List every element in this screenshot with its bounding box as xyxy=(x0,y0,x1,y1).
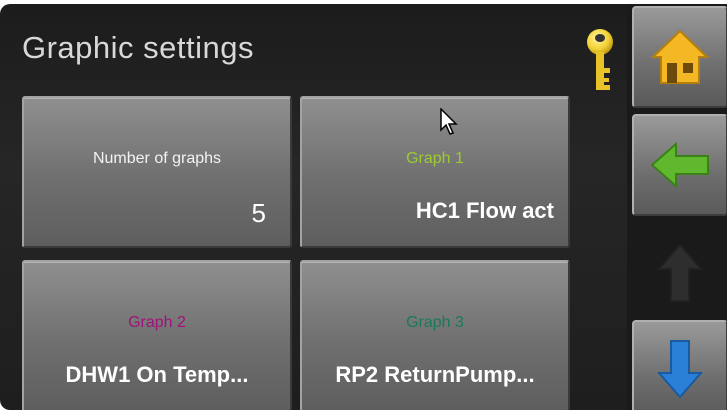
key-icon xyxy=(587,29,613,90)
graph-2-tile[interactable]: Graph 2 DHW1 On Temp... xyxy=(22,260,292,410)
home-button[interactable] xyxy=(632,6,727,108)
arrow-up-icon xyxy=(657,243,703,302)
tile-label: Graph 3 xyxy=(406,314,464,331)
mouse-cursor-icon xyxy=(440,108,458,135)
graph-1-tile[interactable]: Graph 1 HC1 Flow act xyxy=(300,96,570,248)
arrow-down-icon xyxy=(657,340,703,399)
scroll-down-button[interactable] xyxy=(632,320,727,410)
arrow-left-icon xyxy=(650,142,709,188)
screen: Graphic settings Number of graphs 5 Grap… xyxy=(0,4,727,410)
tile-label: Graph 2 xyxy=(128,314,186,331)
number-of-graphs-tile[interactable]: Number of graphs 5 xyxy=(22,96,292,248)
tile-value: DHW1 On Temp... xyxy=(65,362,249,387)
page-title: Graphic settings xyxy=(22,30,254,65)
tile-label: Graph 1 xyxy=(406,150,464,167)
back-button[interactable] xyxy=(632,114,727,216)
home-icon xyxy=(651,29,709,84)
graph-3-tile[interactable]: Graph 3 RP2 ReturnPump... xyxy=(300,260,570,410)
tile-value: RP2 ReturnPump... xyxy=(335,362,535,387)
scroll-up-button[interactable] xyxy=(632,222,727,324)
tile-value: HC1 Flow act xyxy=(415,198,554,223)
tile-value: 5 xyxy=(251,198,266,228)
tile-label: Number of graphs xyxy=(92,150,222,167)
